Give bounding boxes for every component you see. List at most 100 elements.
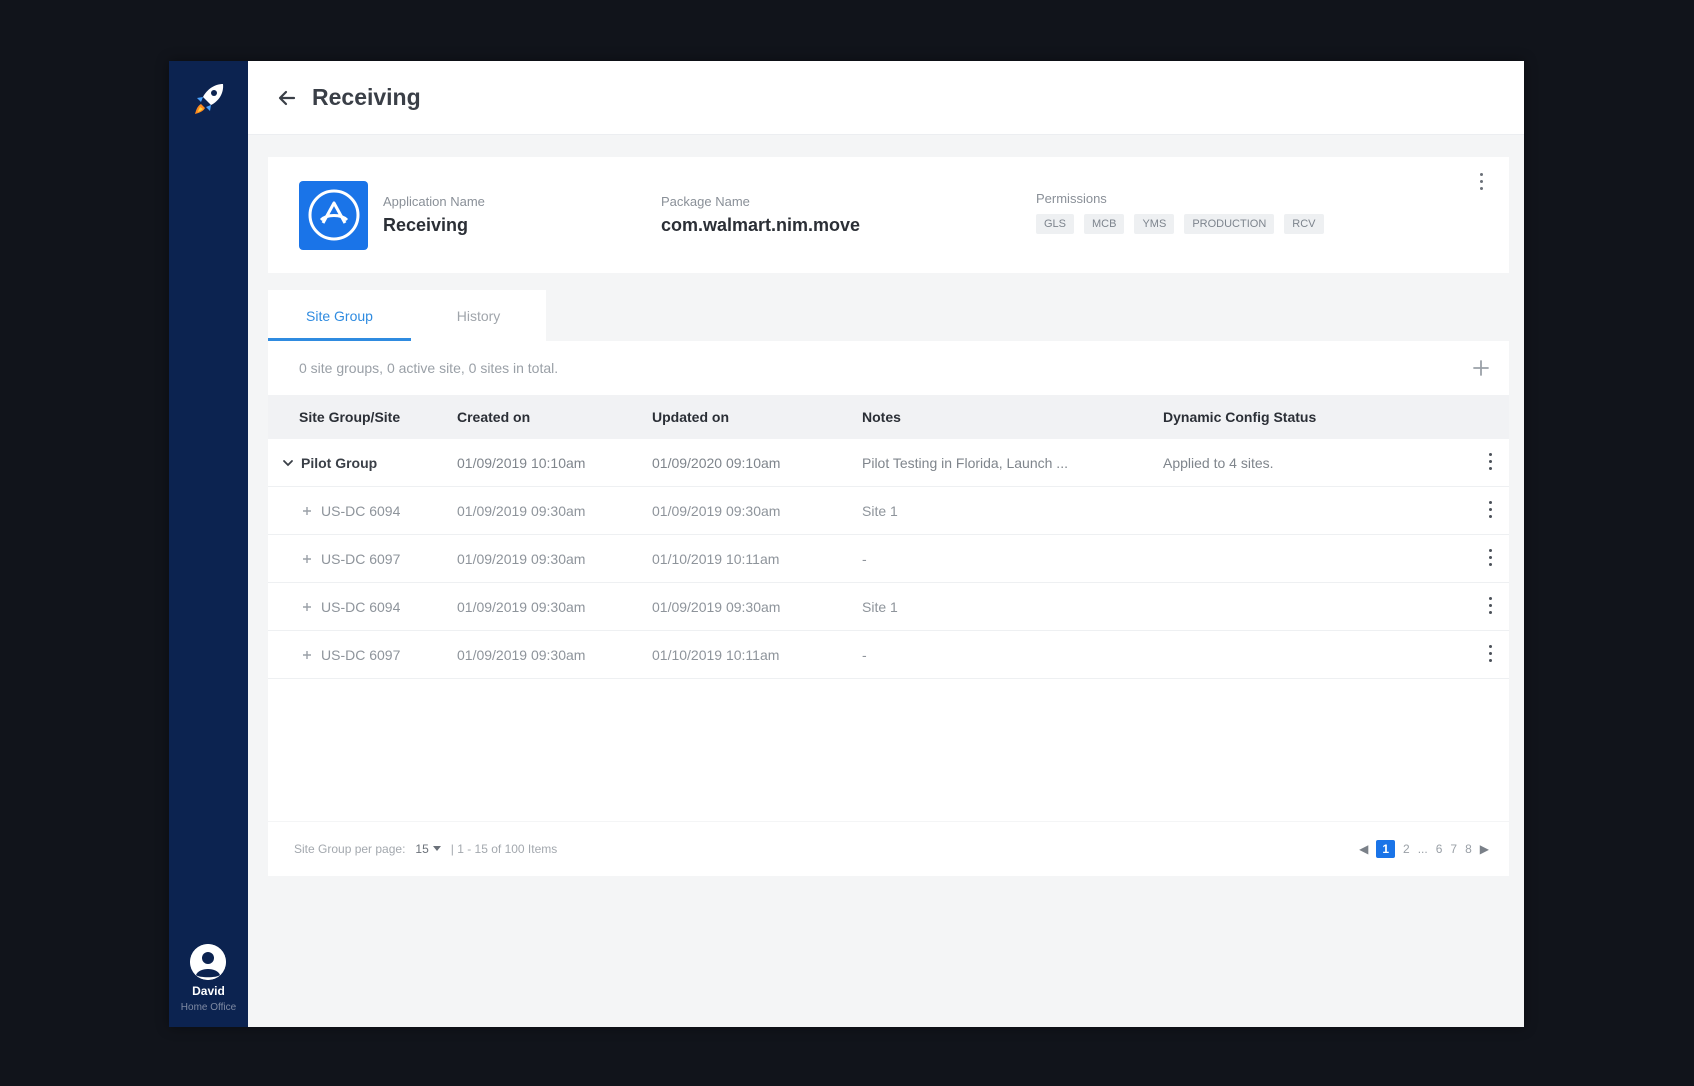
row-more-menu-icon[interactable] [1485,645,1495,665]
app-window: David Home Office Receiving Application … [169,61,1524,1027]
chevron-down-icon[interactable] [281,456,295,470]
table-row[interactable]: US-DC 6094 01/09/2019 09:30am 01/09/2019… [268,487,1509,535]
table-header: Site Group/Site Created on Updated on No… [268,395,1509,439]
add-icon[interactable] [1471,358,1491,378]
group-name-cell: Pilot Group [268,455,457,471]
col-header-site[interactable]: Site Group/Site [268,409,457,425]
package-name-value: com.walmart.nim.move [661,215,861,235]
app-icon [299,180,368,250]
row-more-menu-icon[interactable] [1485,453,1495,473]
permission-chip: MCB [1084,213,1125,234]
per-page-value: 15 [415,842,429,856]
row-more-menu-icon[interactable] [1485,549,1495,569]
site-notes: Site 1 [862,598,898,615]
site-updated: 01/10/2019 10:11am [652,550,780,567]
site-cell: US-DC 6097 [268,551,457,567]
per-page-block: Site Group per page: 15 | 1 - 15 of 100 … [294,842,557,856]
col-header-created[interactable]: Created on [457,409,652,425]
site-name: US-DC 6094 [321,502,401,519]
tab-site-group[interactable]: Site Group [268,290,411,341]
site-notes: - [862,550,867,567]
row-more-menu-icon[interactable] [1485,597,1495,617]
site-name: US-DC 6097 [321,646,401,663]
group-created: 01/09/2019 10:10am [457,454,586,471]
site-cell: US-DC 6094 [268,599,457,615]
group-name: Pilot Group [301,454,378,471]
site-notes: Site 1 [862,502,898,519]
site-name: US-DC 6097 [321,550,401,567]
prev-page-icon[interactable]: ◀ [1359,842,1368,856]
summary-text: 0 site groups, 0 active site, 0 sites in… [299,360,559,376]
col-header-notes[interactable]: Notes [862,409,1163,425]
app-info-card: Application Name Receiving Package Name … [268,157,1509,273]
expand-plus-icon[interactable] [301,553,313,565]
user-icon [190,944,227,980]
permission-chips: GLS MCB YMS PRODUCTION RCV [1036,213,1324,234]
row-more-menu-icon[interactable] [1485,501,1495,521]
app-name-value: Receiving [383,215,469,235]
content: Application Name Receiving Package Name … [248,135,1524,876]
col-header-updated[interactable]: Updated on [652,409,862,425]
group-notes: Pilot Testing in Florida, Launch ... [862,454,1068,471]
table-row[interactable]: US-DC 6094 01/09/2019 09:30am 01/09/2019… [268,583,1509,631]
rocket-logo-icon[interactable] [189,79,229,119]
site-name: US-DC 6094 [321,598,401,615]
site-updated: 01/09/2019 09:30am [652,598,781,615]
package-name-label: Package Name [661,194,750,209]
per-page-label: Site Group per page: [294,842,406,856]
site-created: 01/09/2019 09:30am [457,646,586,663]
user-name: David [192,984,225,998]
table-row[interactable]: US-DC 6097 01/09/2019 09:30am 01/10/2019… [268,535,1509,583]
site-created: 01/09/2019 09:30am [457,598,586,615]
page-1[interactable]: 1 [1376,840,1395,858]
site-cell: US-DC 6097 [268,647,457,663]
page-2[interactable]: 2 [1403,842,1410,856]
page-7[interactable]: 7 [1450,842,1457,856]
site-created: 01/09/2019 09:30am [457,502,586,519]
permissions-block: Permissions GLS MCB YMS PRODUCTION RCV [1036,191,1324,234]
sidebar: David Home Office [169,61,248,1027]
site-updated: 01/10/2019 10:11am [652,646,780,663]
table-row[interactable]: US-DC 6097 01/09/2019 09:30am 01/10/2019… [268,631,1509,679]
top-bar: Receiving [248,61,1524,135]
permission-chip: YMS [1134,213,1175,234]
site-cell: US-DC 6094 [268,503,457,519]
pagination-footer: Site Group per page: 15 | 1 - 15 of 100 … [268,822,1509,876]
main-area: Receiving Application Name Receiving Pac… [248,61,1524,1027]
next-page-icon[interactable]: ▶ [1480,842,1489,856]
expand-plus-icon[interactable] [301,601,313,613]
site-updated: 01/09/2019 09:30am [652,502,781,519]
avatar[interactable] [190,944,227,980]
page-6[interactable]: 6 [1436,842,1443,856]
page-ellipsis: ... [1417,842,1428,856]
page-8[interactable]: 8 [1465,842,1472,856]
group-updated: 01/09/2020 09:10am [652,454,781,471]
back-arrow-icon[interactable] [276,87,298,109]
expand-plus-icon[interactable] [301,649,313,661]
group-status: Applied to 4 sites. [1163,454,1274,471]
user-block[interactable]: David Home Office [181,944,236,1013]
pager: ◀ 1 2 ... 6 7 8 ▶ [1359,840,1489,858]
tab-history[interactable]: History [411,290,546,341]
col-header-status[interactable]: Dynamic Config Status [1163,409,1443,425]
user-org: Home Office [180,1002,237,1013]
summary-row: 0 site groups, 0 active site, 0 sites in… [268,341,1509,395]
card-more-menu-icon[interactable] [1473,173,1489,199]
caret-down-icon [432,846,441,851]
permission-chip: RCV [1284,213,1324,234]
group-row[interactable]: Pilot Group 01/09/2019 10:10am 01/09/202… [268,439,1509,487]
per-page-select[interactable]: 15 [415,842,441,856]
site-created: 01/09/2019 09:30am [457,550,586,567]
permissions-label: Permissions [1036,190,1107,206]
page-title: Receiving [312,84,421,110]
range-text: | 1 - 15 of 100 Items [450,842,558,856]
app-name-block: Application Name Receiving [383,194,661,236]
app-name-label: Application Name [383,194,485,209]
permission-chip: PRODUCTION [1184,213,1275,234]
expand-plus-icon[interactable] [301,505,313,517]
permission-chip: GLS [1036,213,1075,234]
site-group-table-card: 0 site groups, 0 active site, 0 sites in… [268,341,1509,821]
site-notes: - [862,646,867,663]
receiving-app-icon [308,189,359,241]
tab-bar: Site Group History [268,290,1509,341]
